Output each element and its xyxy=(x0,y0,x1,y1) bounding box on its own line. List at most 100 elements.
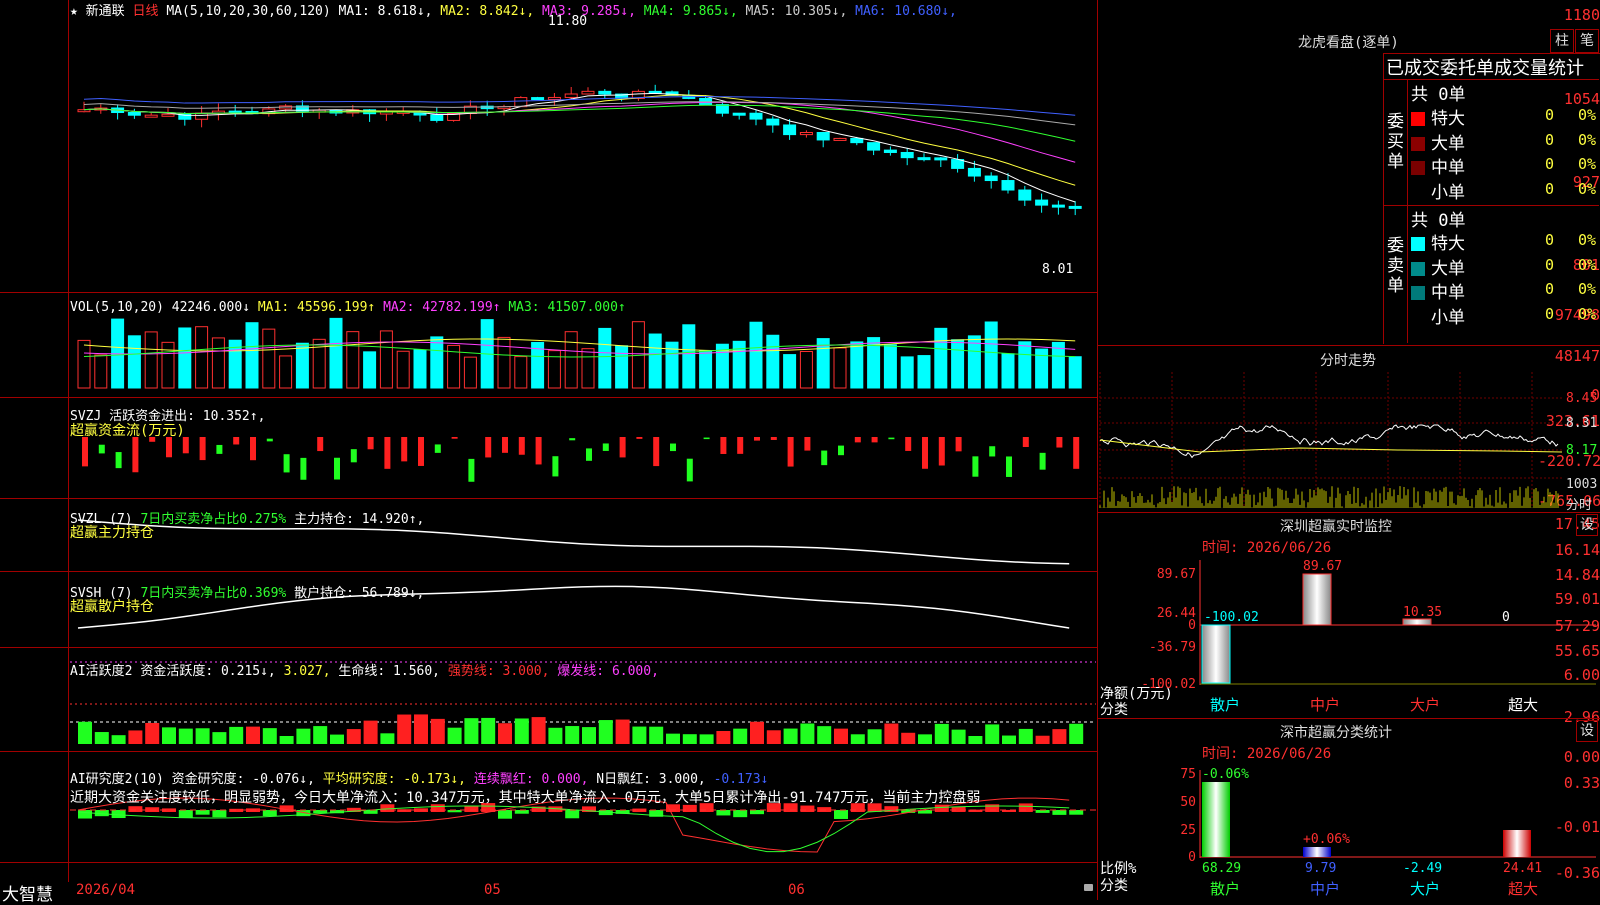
intraday-avg-line xyxy=(1099,439,1563,453)
sell-total: 共 0单 xyxy=(1411,211,1466,231)
sc-time: 时间: 2026/06/26 xyxy=(1202,746,1332,762)
intraday-y: 8.31 xyxy=(1566,416,1598,431)
sz-settings-button[interactable]: 设 xyxy=(1576,514,1598,536)
sz-y-label: 89.67 xyxy=(1157,567,1196,582)
sc-category: 大户 xyxy=(1410,880,1440,898)
sc-cat-label: 分类 xyxy=(1100,878,1128,894)
sc-bar-value: 9.79 xyxy=(1305,861,1336,876)
color-swatch xyxy=(1411,136,1425,151)
sc-bar-value: 24.41 xyxy=(1503,861,1542,876)
buy-total: 共 0单 xyxy=(1411,85,1466,105)
sz-cat-label: 分类 xyxy=(1100,702,1128,718)
vol-header: VOL(5,10,20) 42246.000↓ MA1: 45596.199↑ … xyxy=(70,300,626,315)
ai2-y-label: -0.36 xyxy=(1554,864,1600,882)
ai1-y-label: 0.00 xyxy=(1563,748,1600,766)
intraday-y: 8.17 xyxy=(1566,443,1598,458)
sell-row: 中单 xyxy=(1411,278,1465,303)
svzl-y-label: 14.84 xyxy=(1554,566,1600,584)
buy-row: 小单 xyxy=(1411,178,1465,203)
sell-percent: 0% xyxy=(1578,304,1597,323)
buy-order-label: 委买单 xyxy=(1387,112,1404,172)
favorite-star-icon[interactable]: ★ xyxy=(70,4,78,19)
sell-row: 特大 xyxy=(1411,229,1465,254)
ai1-y-label: 6.00 xyxy=(1563,666,1600,684)
sc-category: 超大 xyxy=(1508,880,1538,898)
lock-icon[interactable] xyxy=(1084,884,1093,891)
color-swatch xyxy=(1411,161,1425,175)
ma-value-4: MA4: 9.865↓, xyxy=(635,4,738,19)
buy-percent: 0% xyxy=(1578,155,1597,173)
sz-category: 散户 xyxy=(1210,696,1240,714)
low-price-label: 8.01 xyxy=(1042,262,1074,277)
ma-value-1: MA1: 8.618↓, xyxy=(338,4,433,19)
kline-panel xyxy=(0,0,1098,293)
buy-percent: 0% xyxy=(1578,130,1597,149)
color-swatch xyxy=(1411,237,1425,251)
buy-percent: 0% xyxy=(1578,106,1597,124)
svzj-subtitle: 超赢资金流(万元) xyxy=(70,423,185,439)
sc-stat-title: 深市超赢分类统计 xyxy=(1280,725,1392,741)
intraday-price-line xyxy=(1099,424,1559,459)
sz-y-label: 26.44 xyxy=(1157,606,1196,621)
buy-row: 特大 xyxy=(1411,104,1465,129)
ai-research-comment: 近期大资金关注度较低，明显弱势，今日大单净流入：10.347万元，其中特大单净流… xyxy=(70,790,981,806)
sz-category: 中户 xyxy=(1310,696,1340,714)
sz-bar-value: 89.67 xyxy=(1303,559,1342,574)
sz-bar-large xyxy=(1402,618,1432,626)
kline-header: ★ 新通联 日线 MA(5,10,20,30,60,120) MA1: 8.61… xyxy=(70,0,957,19)
sc-y-label: 0 xyxy=(1188,850,1196,865)
sc-y-label: 25 xyxy=(1180,823,1196,838)
ai2-y-label: -0.01 xyxy=(1554,818,1600,836)
intraday-title: 分时走势 xyxy=(1320,353,1376,369)
sc-bar-mid xyxy=(1303,847,1331,857)
stat-title: 已成交委托单成交量统计 xyxy=(1386,58,1584,79)
color-swatch xyxy=(1411,311,1425,325)
tick-view-button[interactable]: 笔 xyxy=(1575,29,1599,53)
month-label-05: 05 xyxy=(484,882,501,898)
ma-label: MA(5,10,20,30,60,120) xyxy=(166,4,331,19)
buy-value: 0 xyxy=(1545,179,1555,198)
color-swatch xyxy=(1411,261,1425,276)
brand-logo: 大智慧 xyxy=(2,885,53,905)
sell-percent: 0% xyxy=(1578,231,1597,249)
sc-settings-button[interactable]: 设 xyxy=(1576,720,1598,742)
vol-y-label: 48147 xyxy=(1554,347,1600,365)
svsh-y-label: 55.65 xyxy=(1554,642,1600,660)
sell-percent: 0% xyxy=(1578,280,1597,298)
buy-row: 中单 xyxy=(1411,153,1465,178)
sz-bar-value: 10.35 xyxy=(1403,605,1442,620)
lhb-title: 龙虎看盘(逐单) xyxy=(1298,35,1399,51)
y-axis-divider xyxy=(68,0,69,882)
sc-bar-value: 68.29 xyxy=(1202,861,1241,876)
sc-bar-value: -2.49 xyxy=(1403,861,1442,876)
intraday-vol-max: 1003 xyxy=(1566,477,1598,492)
sell-value: 0 xyxy=(1545,280,1555,298)
sell-row: 小单 xyxy=(1411,303,1465,328)
svsh-subtitle: 超赢散户持仓 xyxy=(70,599,154,615)
sz-monitor-title: 深圳超赢实时监控 xyxy=(1280,519,1392,535)
sz-time: 时间: 2026/06/26 xyxy=(1202,540,1332,556)
sc-bar-super xyxy=(1503,830,1531,857)
intraday-vol-label: 分时 xyxy=(1566,498,1593,513)
period-label[interactable]: 日线 xyxy=(133,4,159,19)
ai-research-header: AI研究度2(10) 资金研究度: -0.076↓, 平均研究度: -0.173… xyxy=(70,772,769,787)
sc-category: 散户 xyxy=(1210,880,1240,898)
ma-value-5: MA5: 10.305↓, xyxy=(737,4,848,19)
color-swatch xyxy=(1411,186,1425,200)
ma-value-2: MA2: 8.842↓, xyxy=(432,4,535,19)
sz-category: 超大 xyxy=(1508,696,1538,714)
sz-y-label: 0 xyxy=(1188,618,1196,633)
kline-y-label: 1180 xyxy=(1563,6,1600,24)
ma-values: MA1: 8.618↓, MA2: 8.842↓, MA3: 9.285↓, M… xyxy=(339,4,957,19)
bar-view-button[interactable]: 柱 xyxy=(1550,29,1574,53)
sell-value: 0 xyxy=(1545,255,1555,274)
sz-y-label: -36.79 xyxy=(1149,640,1196,655)
month-label-06: 06 xyxy=(788,882,805,898)
sc-top-label: +0.06% xyxy=(1303,832,1350,847)
right-divider xyxy=(1097,0,1098,900)
color-swatch xyxy=(1411,286,1425,300)
buy-value: 0 xyxy=(1545,130,1555,149)
sell-value: 0 xyxy=(1545,304,1555,323)
sell-percent: 0% xyxy=(1578,255,1597,274)
buy-row: 大单 xyxy=(1411,129,1465,154)
